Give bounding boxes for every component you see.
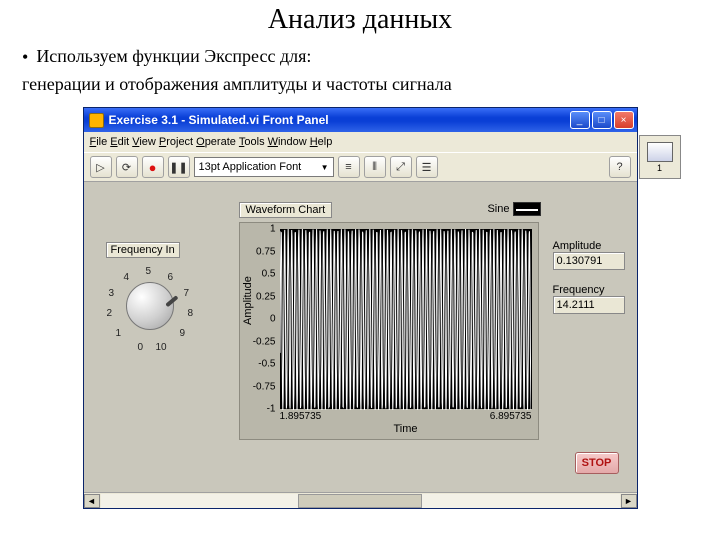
chevron-down-icon: ▼: [321, 163, 329, 172]
x-axis-label: Time: [280, 422, 532, 435]
knob-tick-8: 8: [188, 308, 194, 319]
run-button[interactable]: ▷: [90, 156, 112, 178]
help-button[interactable]: ?: [609, 156, 631, 178]
xtick-max: 6.895735: [490, 411, 532, 422]
ytick: 0.75: [244, 246, 276, 257]
stop-button[interactable]: STOP: [575, 452, 619, 474]
scroll-track[interactable]: [101, 494, 620, 508]
context-help-pane[interactable]: 1: [639, 135, 681, 179]
chart-legend: Sine: [487, 202, 540, 216]
distribute-button[interactable]: ⫴: [364, 156, 386, 178]
knob-tick-3: 3: [109, 288, 115, 299]
ytick: 0.25: [244, 291, 276, 302]
amplitude-label: Amplitude: [553, 240, 625, 252]
knob-tick-5: 5: [146, 266, 152, 277]
front-panel-canvas: Frequency In 0 1 2 3 4 5 6 7 8 9 10 Wa: [84, 182, 637, 492]
frequency-value: 14.2111: [553, 296, 625, 314]
frequency-knob-control: Frequency In 0 1 2 3 4 5 6 7 8 9 10: [96, 242, 216, 360]
menubar: File Edit View Project Operate Tools Win…: [84, 132, 637, 152]
run-continuous-button[interactable]: ⟳: [116, 156, 138, 178]
waveform-chart: Waveform Chart Sine Amplitude 1 0.75 0.5…: [239, 202, 539, 440]
slide-title: Анализ данных: [0, 0, 720, 36]
reorder-button[interactable]: ☰: [416, 156, 438, 178]
scroll-left-button[interactable]: ◄: [84, 494, 100, 508]
close-button[interactable]: ×: [614, 111, 634, 129]
align-button[interactable]: ≡: [338, 156, 360, 178]
legend-label: Sine: [487, 203, 509, 215]
ytick: -1: [244, 404, 276, 415]
waveform-line: [280, 229, 532, 410]
menu-file[interactable]: File: [90, 136, 108, 148]
scroll-thumb[interactable]: [298, 494, 423, 508]
ytick: -0.25: [244, 336, 276, 347]
menu-view[interactable]: View: [132, 136, 156, 148]
font-selector-label: 13pt Application Font: [199, 161, 302, 173]
menu-tools[interactable]: Tools: [239, 136, 265, 148]
abort-button[interactable]: ●: [142, 156, 164, 178]
xtick-min: 1.895735: [280, 411, 322, 422]
resize-button[interactable]: ⤢: [390, 156, 412, 178]
bullet-text: Используем функции Экспресс для:: [36, 46, 311, 67]
vi-icon: [647, 142, 673, 162]
knob-tick-4: 4: [124, 272, 130, 283]
minimize-button[interactable]: _: [570, 111, 590, 129]
pause-button[interactable]: ❚❚: [168, 156, 190, 178]
ytick: -0.75: [244, 381, 276, 392]
knob-tick-10: 10: [156, 342, 167, 353]
vi-icon-number: 1: [657, 163, 662, 173]
amplitude-value: 0.130791: [553, 252, 625, 270]
frequency-knob[interactable]: [126, 282, 174, 330]
frequency-label: Frequency: [553, 284, 625, 296]
titlebar[interactable]: Exercise 3.1 - Simulated.vi Front Panel …: [84, 108, 637, 132]
plot-area: 1 0.75 0.5 0.25 0 -0.25 -0.5 -0.75 -1: [280, 229, 532, 409]
app-window: Exercise 3.1 - Simulated.vi Front Panel …: [83, 107, 638, 509]
window-title: Exercise 3.1 - Simulated.vi Front Panel: [109, 113, 329, 127]
toolbar: ▷ ⟳ ● ❚❚ 13pt Application Font ▼ ≡ ⫴ ⤢ ☰…: [84, 152, 637, 182]
legend-swatch: [513, 202, 541, 216]
bullet-dot: •: [22, 46, 28, 68]
ytick: 0: [244, 314, 276, 325]
menu-window[interactable]: Window: [268, 136, 307, 148]
maximize-button[interactable]: □: [592, 111, 612, 129]
knob-tick-2: 2: [107, 308, 113, 319]
app-icon: [89, 113, 104, 128]
knob-tick-7: 7: [184, 288, 190, 299]
knob-tick-0: 0: [138, 342, 144, 353]
font-selector[interactable]: 13pt Application Font ▼: [194, 157, 334, 177]
frequency-knob-label: Frequency In: [106, 242, 180, 258]
menu-project[interactable]: Project: [159, 136, 193, 148]
slide-subtext: генерации и отображения амплитуды и част…: [22, 74, 698, 95]
knob-tick-9: 9: [180, 328, 186, 339]
ytick: 1: [244, 224, 276, 235]
menu-help[interactable]: Help: [310, 136, 333, 148]
knob-tick-6: 6: [168, 272, 174, 283]
ytick: -0.5: [244, 359, 276, 370]
menu-operate[interactable]: Operate: [196, 136, 236, 148]
slide-bullet: • Используем функции Экспресс для:: [22, 46, 698, 68]
menu-edit[interactable]: Edit: [110, 136, 129, 148]
readouts: Amplitude 0.130791 Frequency 14.2111: [553, 240, 625, 314]
scroll-right-button[interactable]: ►: [621, 494, 637, 508]
chart-title: Waveform Chart: [239, 202, 333, 218]
ytick: 0.5: [244, 269, 276, 280]
knob-tick-1: 1: [116, 328, 122, 339]
horizontal-scrollbar[interactable]: ◄ ►: [84, 492, 637, 508]
